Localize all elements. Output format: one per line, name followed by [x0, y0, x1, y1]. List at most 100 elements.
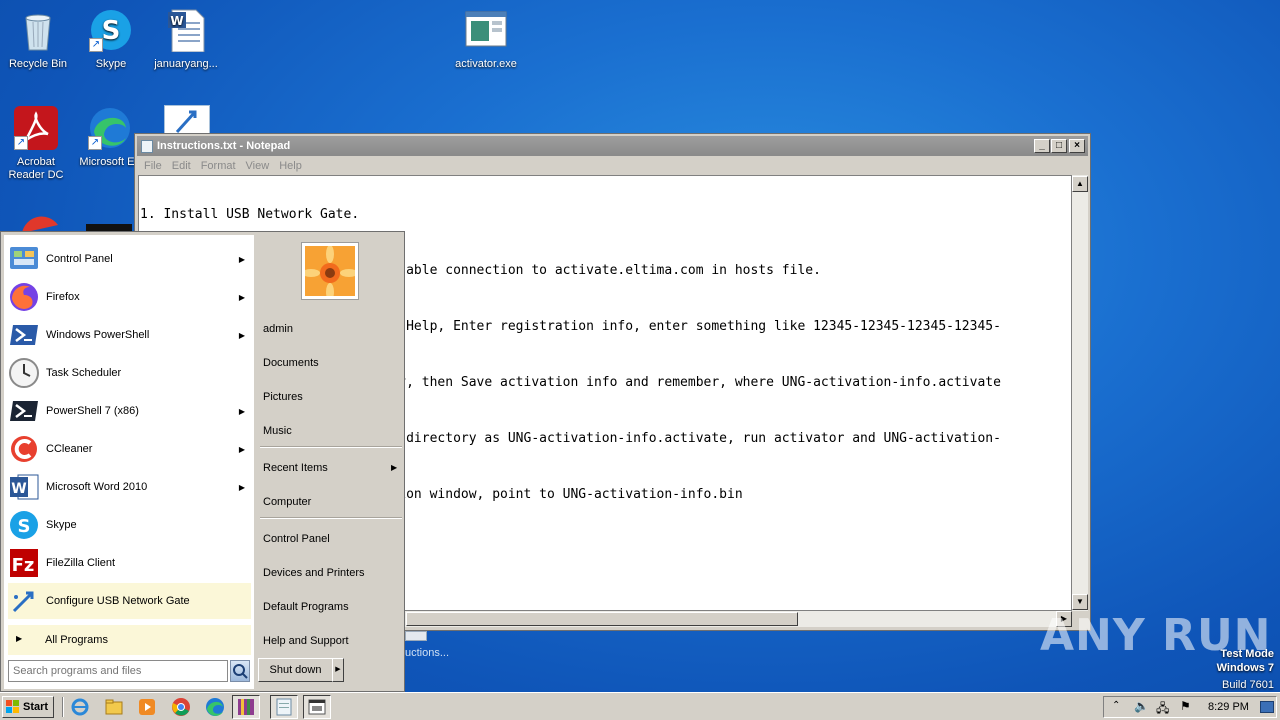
start-search-input[interactable]: [8, 660, 228, 682]
skype-icon: S ↗: [89, 8, 133, 52]
svg-text:S: S: [102, 16, 121, 46]
word-icon: W: [8, 471, 40, 503]
program-configure-usb-network-gate[interactable]: Configure USB Network Gate: [8, 583, 251, 619]
desktop-icon-acrobat[interactable]: ↗ Acrobat Reader DC: [0, 106, 74, 182]
start-menu-programs-pane: Control Panel ▶ Firefox ▶ Windows PowerS…: [4, 235, 254, 689]
system-tray: ⌃ 🔈 🖧 ⚑: [1103, 696, 1277, 718]
program-ccleaner[interactable]: CCleaner ▶: [8, 431, 251, 467]
start-button[interactable]: Start: [2, 696, 54, 718]
program-control-panel[interactable]: Control Panel ▶: [8, 241, 251, 277]
windows-logo-icon: [6, 700, 19, 713]
taskbar-usb-gate-button[interactable]: [303, 695, 331, 719]
build-label: Build 7601: [1222, 679, 1274, 691]
start-devices-printers[interactable]: Devices and Printers: [263, 567, 365, 579]
clock[interactable]: 8:29 PM: [1208, 701, 1249, 713]
menu-format[interactable]: Format: [198, 160, 243, 172]
program-filezilla[interactable]: Fz FileZilla Client: [8, 545, 251, 581]
menu-file[interactable]: File: [141, 160, 169, 172]
program-firefox[interactable]: Firefox ▶: [8, 279, 251, 315]
search-button[interactable]: [230, 660, 250, 682]
desktop-icon-label: activator.exe: [455, 58, 517, 70]
winrar-icon: [238, 699, 254, 715]
program-microsoft-word[interactable]: W Microsoft Word 2010 ▶: [8, 469, 251, 505]
recycle-bin-icon: [16, 8, 60, 52]
taskbar-ie-icon[interactable]: [70, 697, 90, 717]
taskbar-notepad-button[interactable]: [270, 695, 298, 719]
background-window-fragment: [405, 631, 427, 641]
action-center-flag-icon[interactable]: ⚑: [1180, 699, 1191, 713]
usb-network-gate-desktop-icon[interactable]: [164, 105, 210, 135]
menu-help[interactable]: Help: [276, 160, 309, 172]
start-menu: Control Panel ▶ Firefox ▶ Windows PowerS…: [0, 231, 405, 692]
menu-edit[interactable]: Edit: [169, 160, 198, 172]
program-label: PowerShell 7 (x86): [46, 405, 139, 417]
start-menu-places-pane: admin Documents Pictures Music Recent It…: [256, 235, 404, 655]
taskbar-media-player-icon[interactable]: [137, 697, 157, 717]
taskbar-explorer-icon[interactable]: [104, 697, 124, 717]
desktop-icon-label: Skype: [95, 58, 127, 70]
submenu-arrow-icon: ▶: [391, 463, 398, 472]
start-music[interactable]: Music: [263, 425, 292, 437]
network-icon[interactable]: 🖧: [1156, 699, 1169, 720]
all-programs-button[interactable]: ▶ All Programs: [8, 625, 251, 655]
taskbar-edge-icon[interactable]: [205, 697, 225, 717]
start-recent-items[interactable]: Recent Items: [263, 462, 328, 474]
submenu-arrow-icon: ▶: [238, 482, 245, 492]
desktop-icon-word-doc[interactable]: W januaryang...: [148, 8, 224, 71]
search-icon: [233, 664, 248, 679]
program-skype[interactable]: S Skype: [8, 507, 251, 543]
submenu-arrow-icon: ▶: [238, 330, 245, 340]
separator: [260, 517, 402, 519]
program-label: Task Scheduler: [46, 367, 122, 379]
taskbar-chrome-icon[interactable]: [171, 697, 191, 717]
show-hidden-icons-icon[interactable]: ⌃: [1112, 700, 1120, 711]
shortcut-arrow-icon: ↗: [89, 38, 103, 52]
program-task-scheduler[interactable]: Task Scheduler: [8, 355, 251, 391]
program-windows-powershell[interactable]: Windows PowerShell ▶: [8, 317, 251, 353]
user-picture[interactable]: [301, 242, 359, 301]
program-powershell-7[interactable]: PowerShell 7 (x86) ▶: [8, 393, 251, 429]
start-documents[interactable]: Documents: [263, 357, 319, 369]
desktop-icon-label: Acrobat Reader DC: [8, 156, 64, 181]
shortcut-arrow-icon: ↗: [88, 136, 102, 150]
minimize-button[interactable]: _: [1034, 139, 1050, 153]
notepad-icon: [276, 698, 292, 716]
menu-view[interactable]: View: [243, 160, 277, 172]
start-control-panel[interactable]: Control Panel: [263, 533, 330, 545]
show-desktop-icon[interactable]: [1260, 701, 1274, 713]
desktop-icon-recycle-bin[interactable]: Recycle Bin: [0, 8, 76, 71]
powershell-7-icon: [8, 395, 40, 427]
shutdown-button[interactable]: Shut down: [258, 658, 333, 682]
start-label: Start: [23, 701, 49, 713]
program-label: Windows PowerShell: [46, 329, 150, 341]
svg-text:S: S: [18, 516, 31, 537]
submenu-arrow-icon: ▶: [238, 406, 245, 416]
desktop-icon-skype[interactable]: S ↗ Skype: [73, 8, 149, 71]
start-computer[interactable]: Computer: [263, 496, 311, 508]
scroll-up-button[interactable]: ▲: [1072, 176, 1088, 192]
acrobat-icon: ↗: [14, 106, 58, 150]
all-programs-label: All Programs: [45, 634, 108, 646]
separator: [260, 446, 402, 448]
start-user-admin[interactable]: admin: [263, 323, 293, 335]
shutdown-options-arrow-icon[interactable]: ▶: [332, 658, 344, 682]
start-help-support[interactable]: Help and Support: [263, 635, 349, 647]
scroll-down-button[interactable]: ▼: [1072, 594, 1088, 610]
os-label: Windows 7: [1216, 662, 1274, 674]
powershell-icon: [8, 319, 40, 351]
ccleaner-icon: [8, 433, 40, 465]
clock-icon: [8, 357, 40, 389]
volume-icon[interactable]: 🔈: [1134, 699, 1149, 713]
start-default-programs[interactable]: Default Programs: [263, 601, 349, 613]
text-line: 1. Install USB Network Gate.: [140, 207, 360, 222]
taskbar-winrar-button[interactable]: [232, 695, 260, 719]
maximize-button[interactable]: □: [1051, 139, 1067, 153]
notepad-titlebar[interactable]: Instructions.txt - Notepad _ □ ×: [137, 136, 1088, 156]
close-button[interactable]: ×: [1069, 139, 1085, 153]
vertical-scrollbar[interactable]: ▲ ▼: [1072, 175, 1088, 611]
horizontal-scroll-thumb[interactable]: [406, 612, 798, 626]
start-pictures[interactable]: Pictures: [263, 391, 303, 403]
exe-file-icon: [464, 8, 508, 52]
program-label: Control Panel: [46, 253, 113, 265]
desktop-icon-activator[interactable]: activator.exe: [448, 8, 524, 71]
